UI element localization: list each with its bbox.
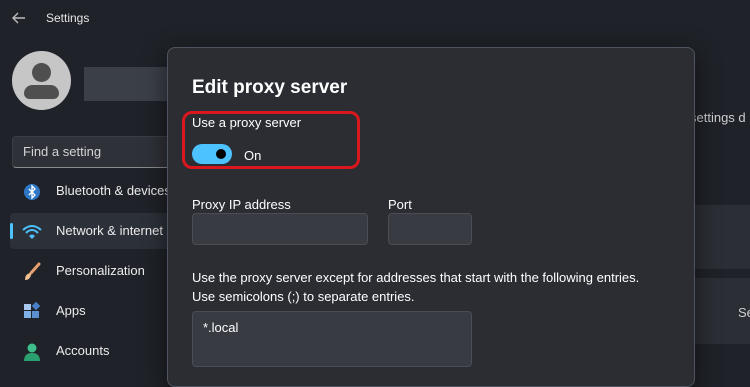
avatar-head — [32, 63, 51, 82]
apps-icon — [24, 302, 41, 318]
port-input[interactable] — [388, 213, 472, 245]
search-input[interactable]: Find a setting — [12, 136, 182, 168]
sidebar-item-personalization[interactable]: Personalization — [10, 253, 170, 289]
avatar-body — [24, 85, 59, 99]
background-text: settings d — [690, 110, 746, 125]
sidebar-item-label: Accounts — [56, 343, 110, 358]
avatar[interactable] — [12, 51, 71, 110]
app-title: Settings — [46, 11, 90, 25]
sidebar-item-label: Personalization — [56, 263, 145, 278]
port-label: Port — [388, 197, 412, 212]
toggle-state-label: On — [244, 148, 262, 163]
proxy-toggle-label: Use a proxy server — [192, 115, 302, 130]
sidebar-item-label: Network & internet — [56, 223, 163, 238]
sidebar-item-label: Apps — [56, 303, 86, 318]
proxy-toggle[interactable] — [192, 144, 232, 164]
title-bar: Settings — [0, 0, 750, 38]
exceptions-description-line: Use the proxy server except for addresse… — [192, 270, 640, 285]
sidebar-item-network[interactable]: Network & internet — [10, 213, 170, 249]
sidebar-item-bluetooth[interactable]: Bluetooth & devices — [10, 173, 171, 209]
background-button-label: Se — [738, 305, 750, 320]
exceptions-description-line: Use semicolons (;) to separate entries. — [192, 289, 415, 304]
wifi-icon — [22, 225, 42, 239]
person-icon — [24, 343, 40, 361]
exceptions-description: Use the proxy server except for addresse… — [192, 268, 682, 306]
background-card — [690, 205, 750, 269]
proxy-ip-input[interactable] — [192, 213, 368, 245]
sidebar-item-apps[interactable]: Apps — [10, 293, 170, 329]
brush-icon — [25, 262, 41, 280]
toggle-knob — [216, 149, 226, 159]
sidebar-item-label: Bluetooth & devices — [56, 183, 171, 198]
sidebar-item-accounts[interactable]: Accounts — [10, 333, 170, 369]
dialog-title: Edit proxy server — [192, 77, 348, 98]
exceptions-input[interactable]: *.local — [192, 311, 472, 367]
username-placeholder — [84, 67, 170, 101]
edit-proxy-dialog: Edit proxy server Use a proxy server On … — [167, 47, 695, 387]
proxy-ip-label: Proxy IP address — [192, 197, 291, 212]
active-indicator — [10, 223, 13, 239]
back-arrow-icon[interactable] — [10, 9, 28, 27]
bluetooth-icon — [24, 184, 40, 200]
